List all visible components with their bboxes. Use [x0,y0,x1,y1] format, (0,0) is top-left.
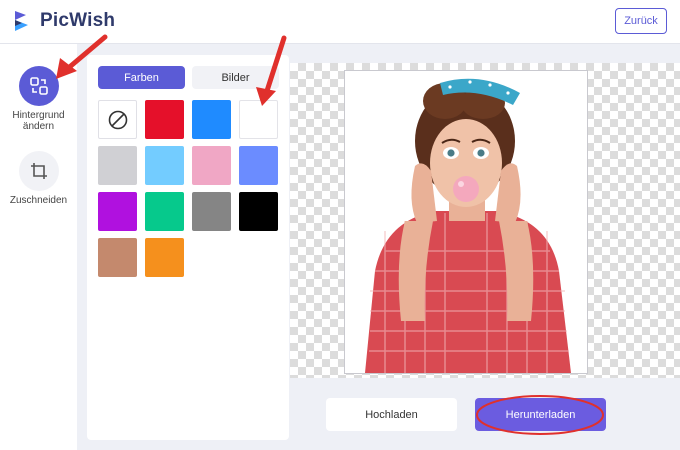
download-button[interactable]: Herunterladen [475,398,606,431]
color-swatch[interactable] [98,146,137,185]
color-swatch[interactable] [192,192,231,231]
tab-images[interactable]: Bilder [192,66,279,89]
swap-background-icon [18,66,59,106]
image-canvas [290,63,680,378]
picwish-logo-icon [15,11,28,31]
color-swatch[interactable] [239,146,278,185]
color-swatch[interactable] [98,192,137,231]
no-color-icon [108,110,127,129]
tab-colors[interactable]: Farben [98,66,185,89]
woman-blowing-bubblegum-photo [365,78,571,373]
color-swatch[interactable] [98,238,137,277]
app-logo-text: PicWish [40,10,116,31]
color-swatch[interactable] [192,146,231,185]
color-swatch[interactable] [192,100,231,139]
tool-change-background-label: Hintergrund ändern [12,110,65,132]
photo-preview [344,70,588,374]
color-swatch[interactable] [145,146,184,185]
tool-crop-label: Zuschneiden [9,195,68,206]
top-bar: PicWish Zurück [0,0,680,44]
color-swatch[interactable] [145,192,184,231]
color-swatch[interactable] [145,238,184,277]
swatch-no-color[interactable] [98,100,137,139]
back-button[interactable]: Zurück [615,8,667,34]
crop-icon [18,151,59,191]
color-swatch[interactable] [239,100,278,139]
tool-sidebar: Hintergrund ändern Zuschneiden [0,44,77,450]
tool-crop[interactable]: Zuschneiden [0,151,77,206]
background-options-panel: Farben Bilder [87,55,289,440]
color-swatch[interactable] [239,192,278,231]
upload-button[interactable]: Hochladen [326,398,457,431]
color-swatch[interactable] [145,100,184,139]
tool-change-background[interactable]: Hintergrund ändern [0,66,77,132]
